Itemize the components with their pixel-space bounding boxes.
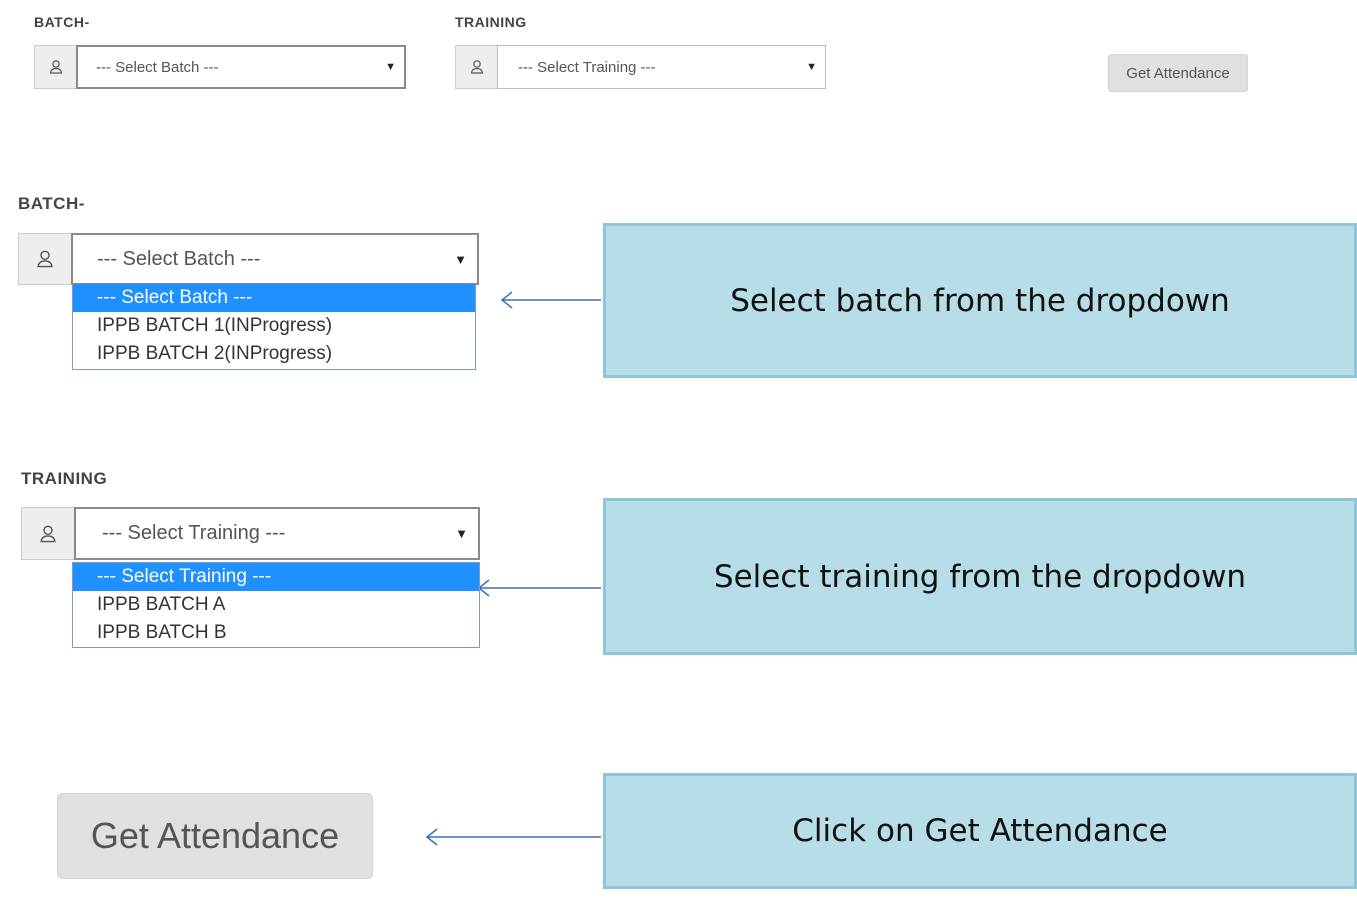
user-icon bbox=[21, 507, 74, 560]
training-dropdown-list: --- Select Training --- IPPB BATCH A IPP… bbox=[72, 562, 480, 648]
training-label: TRAINING bbox=[21, 469, 108, 488]
training-select-value: --- Select Training --- bbox=[102, 522, 286, 544]
get-attendance-button-large[interactable]: Get Attendance bbox=[57, 793, 373, 879]
callout-select-training: Select training from the dropdown bbox=[603, 498, 1357, 655]
dropdown-option[interactable]: IPPB BATCH B bbox=[73, 619, 479, 647]
dropdown-option[interactable]: IPPB BATCH A bbox=[73, 591, 479, 619]
callout-get-attendance: Click on Get Attendance bbox=[603, 773, 1357, 889]
caret-down-icon: ▼ bbox=[455, 526, 468, 541]
training-select-open[interactable]: --- Select Training --- ▼ bbox=[21, 507, 480, 560]
dropdown-option[interactable]: --- Select Training --- bbox=[73, 563, 479, 591]
callout-select-batch: Select batch from the dropdown bbox=[603, 223, 1357, 378]
